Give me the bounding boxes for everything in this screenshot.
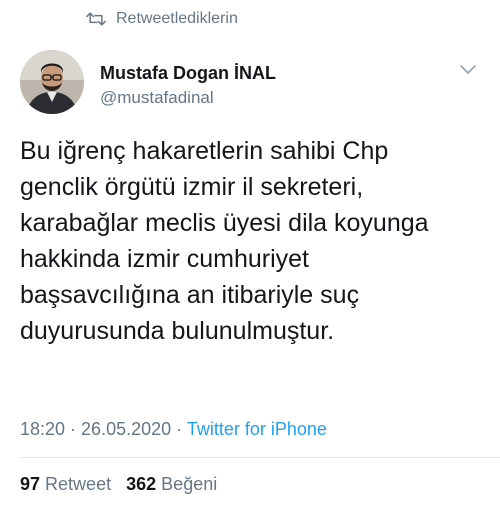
author-handle[interactable]: @mustafadinal: [100, 88, 214, 108]
tweet-stats: 97 Retweet 362 Beğeni: [20, 474, 217, 495]
avatar[interactable]: [20, 50, 84, 114]
like-label: Beğeni: [161, 474, 218, 494]
tweet-text-line: karabağlar meclis üyesi dila koyunga: [20, 209, 429, 237]
like-stat[interactable]: 362 Beğeni: [126, 474, 217, 494]
tweet-meta: 18:20 · 26.05.2020 · Twitter for iPhone: [20, 419, 327, 440]
retweet-count: 97: [20, 474, 41, 494]
retweet-label: Retweet: [45, 474, 112, 494]
retweet-stat[interactable]: 97 Retweet: [20, 474, 111, 494]
tweet-time[interactable]: 18:20: [20, 419, 65, 439]
tweet-text-line: başsavcılığına an itibariyle suç: [20, 281, 360, 309]
like-count: 362: [126, 474, 157, 494]
divider: [20, 457, 500, 458]
meta-separator: ·: [65, 419, 82, 439]
retweet-context-label: Retweetlediklerin: [116, 10, 238, 27]
tweet-date[interactable]: 26.05.2020: [81, 419, 171, 439]
tweet-text-line: hakkinda izmir cumhuriyet: [20, 245, 309, 273]
meta-separator: ·: [171, 419, 187, 439]
tweet-text-line: genclik örgütü izmir il sekreteri,: [20, 173, 364, 201]
tweet-text-line: duyurusunda bulunulmuştur.: [20, 317, 335, 345]
tweet-text-line: Bu iğrenç hakaretlerin sahibi Chp: [20, 137, 389, 165]
tweet-source-link[interactable]: Twitter for iPhone: [187, 419, 327, 439]
chevron-down-icon[interactable]: [458, 62, 478, 76]
tweet-text: Bu iğrenç hakaretlerin sahibi Chp gencli…: [20, 133, 490, 349]
author-name[interactable]: Mustafa Dogan İNAL: [100, 63, 276, 84]
retweet-context: Retweetlediklerin: [86, 10, 238, 28]
retweet-icon: [86, 12, 106, 26]
avatar-image: [20, 50, 84, 114]
